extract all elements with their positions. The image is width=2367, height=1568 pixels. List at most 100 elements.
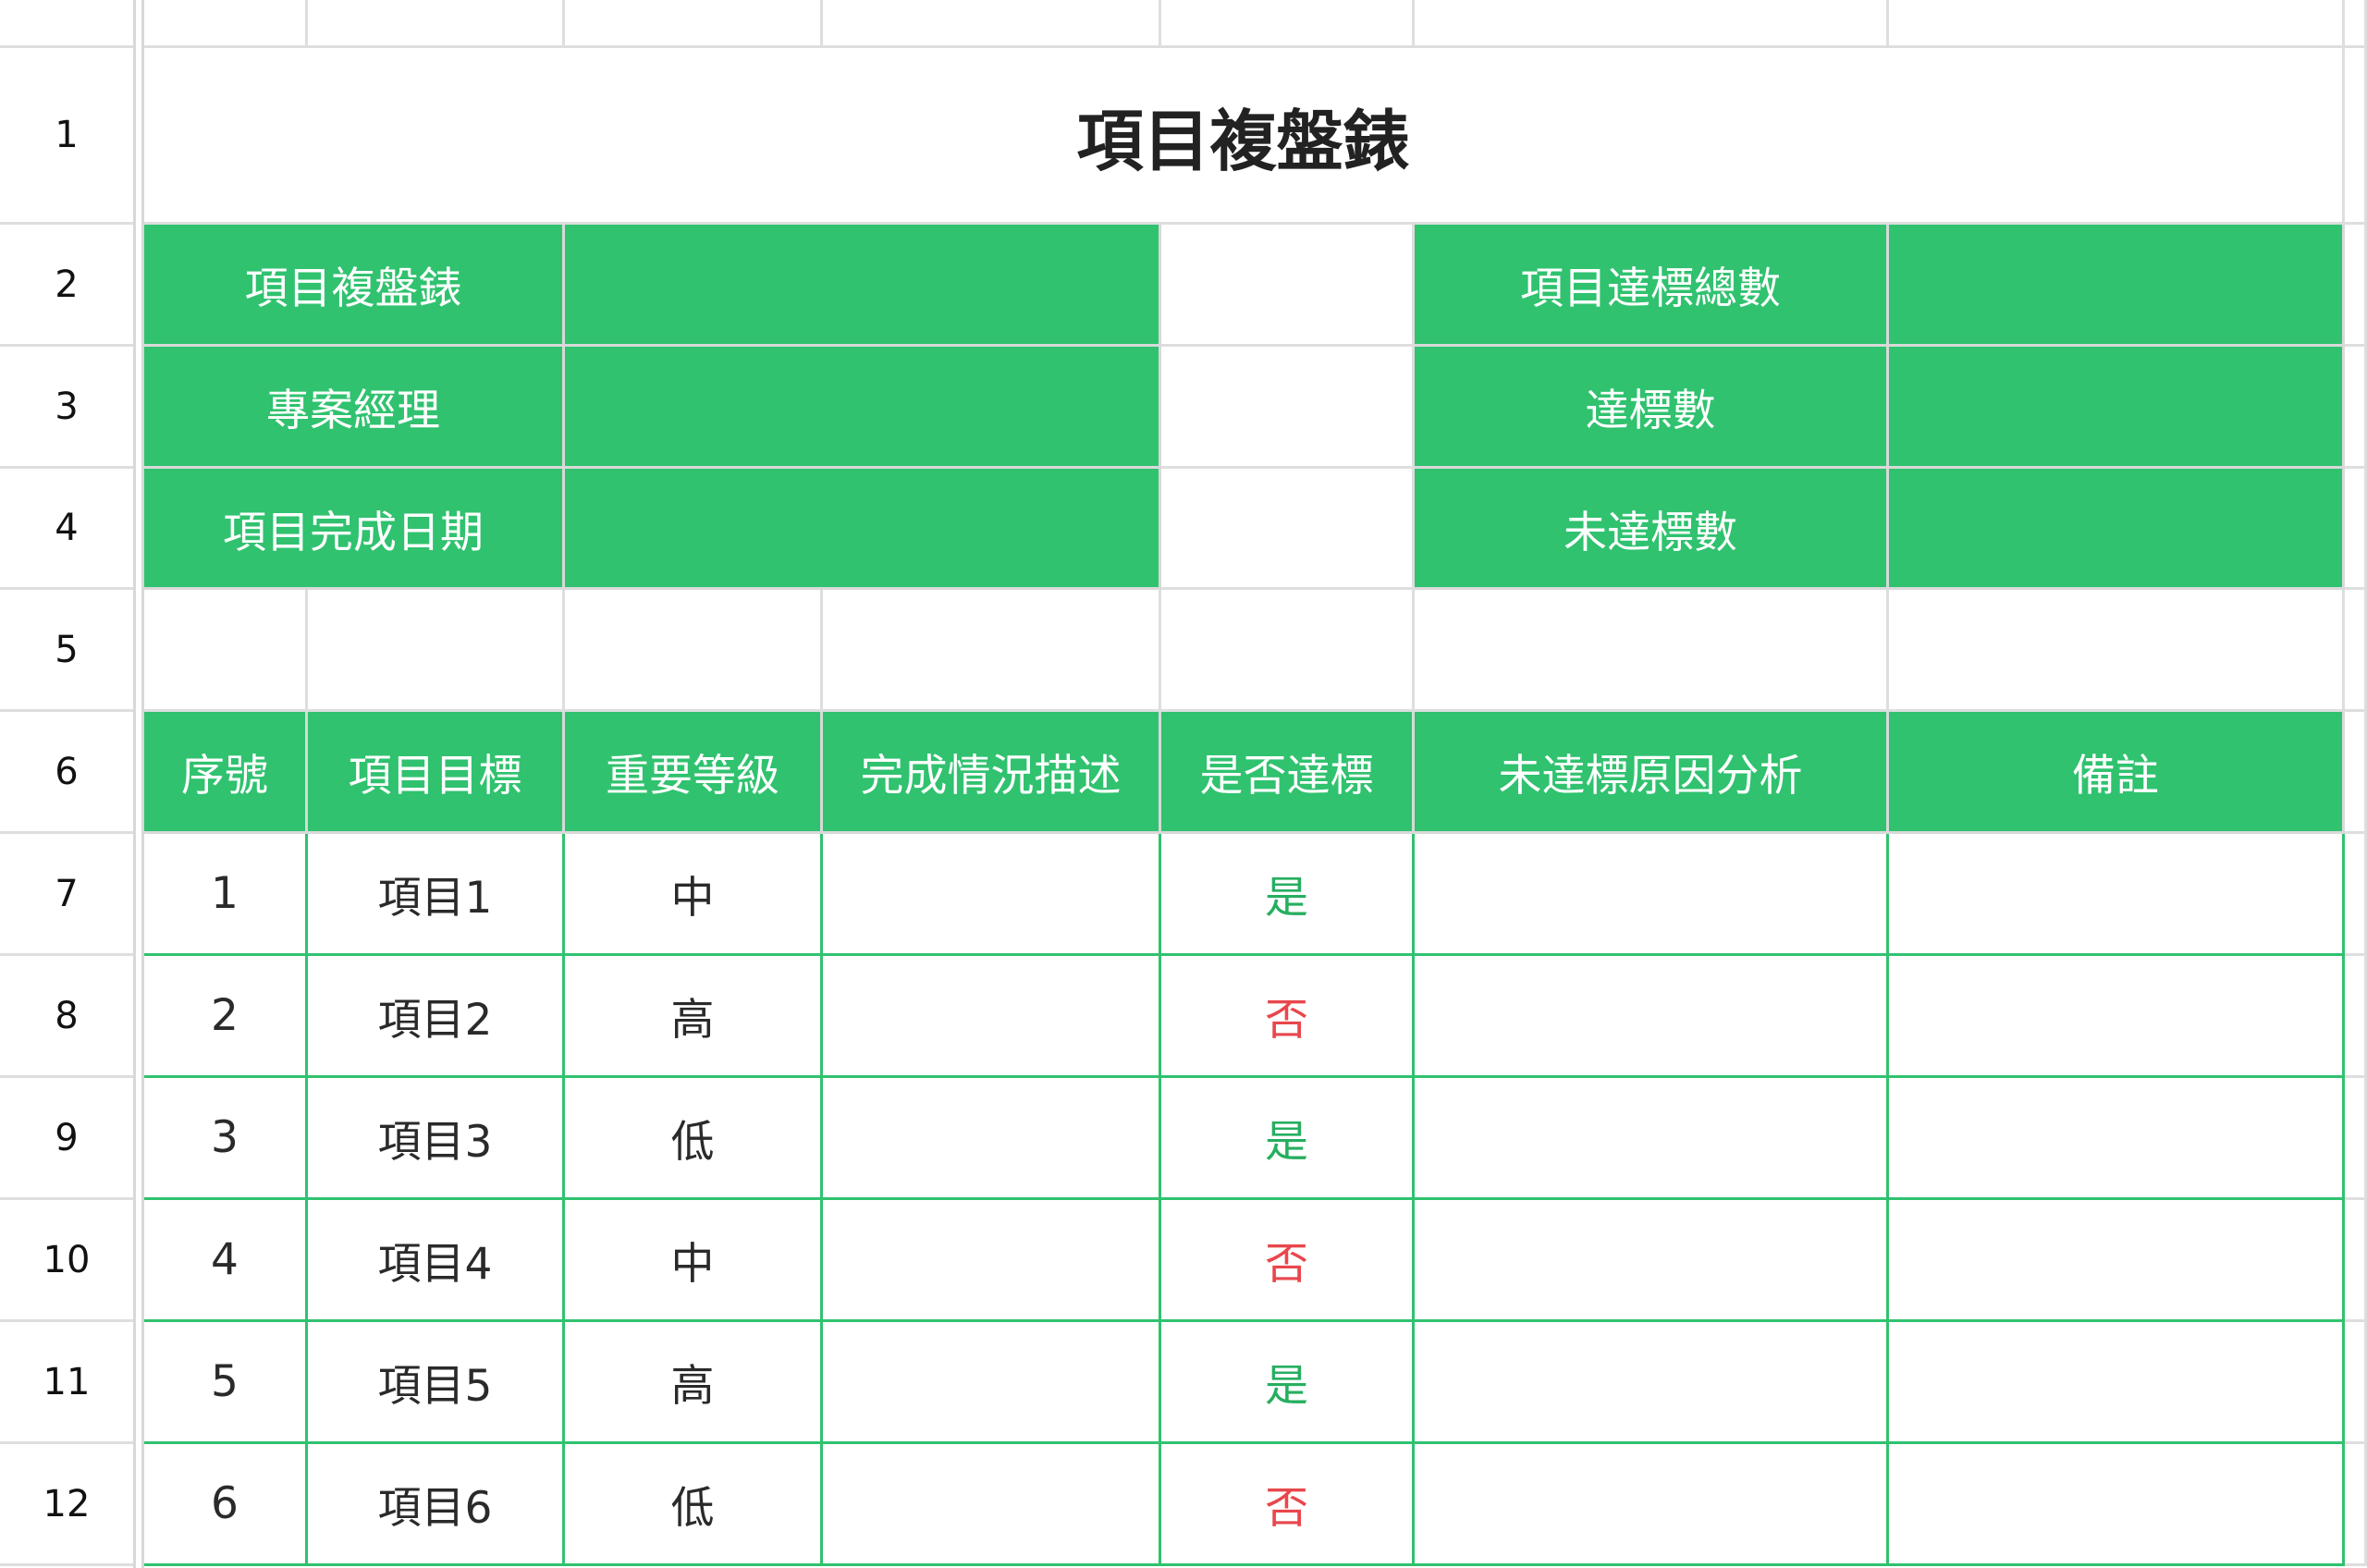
met-status-cell[interactable]: 是 xyxy=(1161,1078,1415,1200)
table-cell[interactable]: 1 xyxy=(144,834,308,956)
summary-label[interactable]: 達標數 xyxy=(1415,347,1889,469)
table-cell[interactable]: 低 xyxy=(565,1444,823,1566)
table-cell[interactable]: 低 xyxy=(565,1078,823,1200)
grid-cell[interactable] xyxy=(823,590,1161,712)
table-cell[interactable] xyxy=(1889,1200,2345,1322)
grid-cell[interactable] xyxy=(2345,956,2367,1078)
met-status-cell[interactable]: 否 xyxy=(1161,1444,1415,1566)
grid-cell[interactable] xyxy=(2345,1078,2367,1200)
table-cell[interactable]: 中 xyxy=(565,834,823,956)
table-cell[interactable]: 2 xyxy=(144,956,308,1078)
grid-cell[interactable] xyxy=(2345,347,2367,469)
table-cell[interactable] xyxy=(1415,1444,1889,1566)
met-status-cell[interactable]: 否 xyxy=(1161,956,1415,1078)
table-header-cell[interactable]: 是否達標 xyxy=(1161,712,1415,834)
table-cell[interactable] xyxy=(1889,1078,2345,1200)
summary-value[interactable] xyxy=(1889,225,2345,347)
table-header-cell[interactable]: 未達標原因分析 xyxy=(1415,712,1889,834)
summary-value[interactable] xyxy=(565,225,1161,347)
grid-cell[interactable] xyxy=(1161,225,1415,347)
table-cell[interactable]: 項目1 xyxy=(308,834,565,956)
table-cell[interactable]: 中 xyxy=(565,1200,823,1322)
grid-cell[interactable] xyxy=(144,0,308,48)
sheet-title[interactable]: 項目複盤錶 xyxy=(144,48,2345,225)
table-cell[interactable]: 6 xyxy=(144,1444,308,1566)
grid-cell[interactable] xyxy=(1415,590,1889,712)
grid-cell[interactable] xyxy=(565,0,823,48)
grid-cell[interactable] xyxy=(1889,590,2345,712)
met-status-cell[interactable]: 是 xyxy=(1161,834,1415,956)
table-cell[interactable] xyxy=(1415,834,1889,956)
table-header-cell[interactable]: 序號 xyxy=(144,712,308,834)
row-header: 5 xyxy=(0,590,133,712)
summary-value[interactable] xyxy=(565,347,1161,469)
grid-cell[interactable] xyxy=(823,0,1161,48)
grid-cell[interactable] xyxy=(1161,590,1415,712)
row-header: 2 xyxy=(0,225,133,347)
grid-cell[interactable] xyxy=(565,590,823,712)
grid-cell[interactable] xyxy=(2345,225,2367,347)
summary-label[interactable]: 項目達標總數 xyxy=(1415,225,1889,347)
row-header: 12 xyxy=(0,1444,133,1566)
frozen-divider xyxy=(133,0,144,1568)
summary-value[interactable] xyxy=(1889,469,2345,590)
table-header-cell[interactable]: 完成情況描述 xyxy=(823,712,1161,834)
table-cell[interactable] xyxy=(823,834,1161,956)
table-cell[interactable]: 項目4 xyxy=(308,1200,565,1322)
table-cell[interactable] xyxy=(1889,956,2345,1078)
table-cell[interactable]: 高 xyxy=(565,956,823,1078)
grid-cell[interactable] xyxy=(2345,712,2367,834)
grid-cell[interactable] xyxy=(2345,1322,2367,1444)
grid-cell[interactable] xyxy=(2345,834,2367,956)
grid-cell[interactable] xyxy=(1161,469,1415,590)
table-cell[interactable] xyxy=(823,956,1161,1078)
table-cell[interactable]: 高 xyxy=(565,1322,823,1444)
grid-cell[interactable] xyxy=(2345,1200,2367,1322)
table-cell[interactable] xyxy=(823,1078,1161,1200)
table-cell[interactable]: 3 xyxy=(144,1078,308,1200)
summary-value[interactable] xyxy=(565,469,1161,590)
summary-value[interactable] xyxy=(1889,347,2345,469)
summary-label[interactable]: 項目完成日期 xyxy=(144,469,565,590)
table-cell[interactable]: 5 xyxy=(144,1322,308,1444)
table-cell[interactable]: 項目3 xyxy=(308,1078,565,1200)
row-header: 8 xyxy=(0,956,133,1078)
grid-cell[interactable] xyxy=(2345,0,2367,48)
table-cell[interactable]: 項目5 xyxy=(308,1322,565,1444)
grid-cell[interactable] xyxy=(144,590,308,712)
grid-cell[interactable] xyxy=(1161,0,1415,48)
table-header-cell[interactable]: 項目目標 xyxy=(308,712,565,834)
grid-cell[interactable] xyxy=(1889,0,2345,48)
summary-label[interactable]: 未達標數 xyxy=(1415,469,1889,590)
met-status-cell[interactable]: 否 xyxy=(1161,1200,1415,1322)
row-header: 11 xyxy=(0,1322,133,1444)
summary-label[interactable]: 專案經理 xyxy=(144,347,565,469)
met-status-cell[interactable]: 是 xyxy=(1161,1322,1415,1444)
grid-cell[interactable] xyxy=(1415,0,1889,48)
grid-cell[interactable] xyxy=(2345,590,2367,712)
grid-cell[interactable] xyxy=(308,0,565,48)
table-cell[interactable] xyxy=(1415,1200,1889,1322)
table-cell[interactable] xyxy=(1415,956,1889,1078)
table-cell[interactable] xyxy=(1889,1322,2345,1444)
grid-cell[interactable] xyxy=(1161,347,1415,469)
table-cell[interactable] xyxy=(823,1444,1161,1566)
row-header-partial xyxy=(0,0,133,48)
table-cell[interactable] xyxy=(1415,1078,1889,1200)
table-header-cell[interactable]: 備註 xyxy=(1889,712,2345,834)
grid-cell[interactable] xyxy=(2345,469,2367,590)
table-cell[interactable]: 項目2 xyxy=(308,956,565,1078)
grid-cell[interactable] xyxy=(308,590,565,712)
table-cell[interactable] xyxy=(1415,1322,1889,1444)
grid-cell[interactable] xyxy=(2345,48,2367,225)
table-header-cell[interactable]: 重要等級 xyxy=(565,712,823,834)
row-header-column: 1 2 3 4 5 6 7 8 9 10 11 12 xyxy=(0,0,133,1568)
table-cell[interactable]: 4 xyxy=(144,1200,308,1322)
table-cell[interactable]: 項目6 xyxy=(308,1444,565,1566)
table-cell[interactable] xyxy=(823,1322,1161,1444)
table-cell[interactable] xyxy=(1889,1444,2345,1566)
summary-label[interactable]: 項目複盤錶 xyxy=(144,225,565,347)
table-cell[interactable] xyxy=(823,1200,1161,1322)
grid-cell[interactable] xyxy=(2345,1444,2367,1566)
table-cell[interactable] xyxy=(1889,834,2345,956)
